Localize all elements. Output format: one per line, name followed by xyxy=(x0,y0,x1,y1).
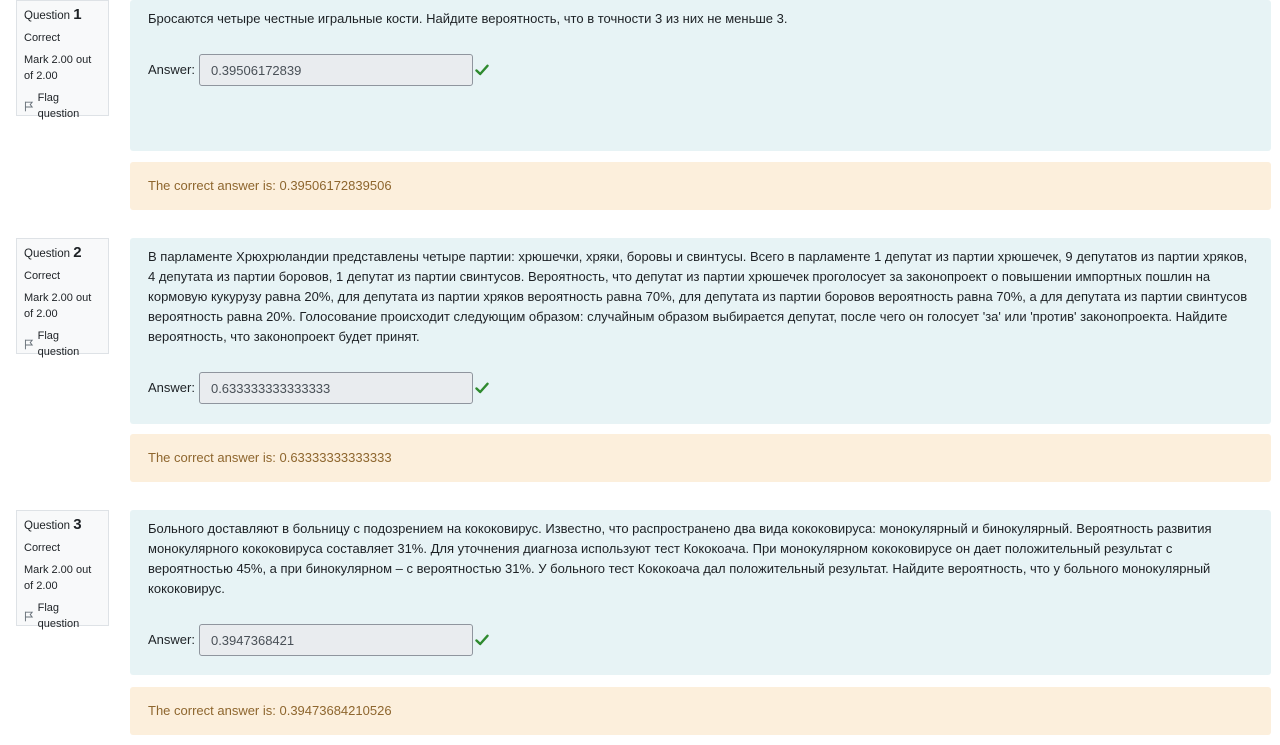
question-text: Больного доставляют в больницу с подозре… xyxy=(148,521,1212,596)
correct-answer-feedback: The correct answer is: 0.39506172839506 xyxy=(130,162,1271,210)
flag-question-label: Flag question xyxy=(37,330,80,358)
question-grade: Mark 2.00 out of 2.00 xyxy=(24,564,92,592)
question-formulation: В парламенте Хрюхрюландии представлены ч… xyxy=(130,238,1271,424)
question-text: Бросаются четыре честные игральные кости… xyxy=(148,11,788,26)
question-label: Question xyxy=(24,520,71,532)
question-text: В парламенте Хрюхрюландии представлены ч… xyxy=(148,249,1248,344)
question-number-value: 2 xyxy=(73,244,82,261)
correct-answer-feedback: The correct answer is: 0.39473684210526 xyxy=(130,687,1271,735)
check-icon xyxy=(475,64,489,76)
answer-label: Answer: xyxy=(148,632,195,647)
flag-icon xyxy=(24,339,34,349)
flag-question-link[interactable]: Flag question xyxy=(24,90,101,122)
question-state: Correct xyxy=(24,542,61,554)
answer-row: Answer: xyxy=(148,54,489,86)
question-grade: Mark 2.00 out of 2.00 xyxy=(24,54,92,82)
check-icon xyxy=(475,634,489,646)
flag-question-label: Flag question xyxy=(37,602,80,630)
question-info: Question 3 Correct Mark 2.00 out of 2.00… xyxy=(16,510,109,630)
question-number: Question 3 xyxy=(24,517,101,534)
question-number: Question 2 xyxy=(24,245,101,262)
question-formulation: Больного доставляют в больницу с подозре… xyxy=(130,510,1271,675)
question-formulation: Бросаются четыре честные игральные кости… xyxy=(130,0,1271,151)
question-info: Question 1 Correct Mark 2.00 out of 2.00… xyxy=(16,0,109,120)
flag-icon xyxy=(24,611,34,621)
flag-icon xyxy=(24,101,34,111)
question-number-value: 3 xyxy=(73,516,82,533)
correct-answer-feedback: The correct answer is: 0.63333333333333 xyxy=(130,434,1271,482)
question-label: Question xyxy=(24,10,71,22)
answer-input[interactable] xyxy=(198,54,473,86)
answer-label: Answer: xyxy=(148,380,195,395)
question-grade: Mark 2.00 out of 2.00 xyxy=(24,292,92,320)
flag-question-link[interactable]: Flag question xyxy=(24,600,101,632)
question-state: Correct xyxy=(24,32,61,44)
answer-input[interactable] xyxy=(198,624,473,656)
question-number-value: 1 xyxy=(73,6,82,23)
answer-label: Answer: xyxy=(148,62,195,77)
question-label: Question xyxy=(24,248,71,260)
question-number: Question 1 xyxy=(24,7,101,24)
flag-question-label: Flag question xyxy=(37,92,80,120)
answer-input[interactable] xyxy=(198,372,473,404)
check-icon xyxy=(475,382,489,394)
question-info: Question 2 Correct Mark 2.00 out of 2.00… xyxy=(16,238,109,358)
answer-row: Answer: xyxy=(148,624,489,656)
answer-row: Answer: xyxy=(148,372,489,404)
question-state: Correct xyxy=(24,270,61,282)
flag-question-link[interactable]: Flag question xyxy=(24,328,101,360)
